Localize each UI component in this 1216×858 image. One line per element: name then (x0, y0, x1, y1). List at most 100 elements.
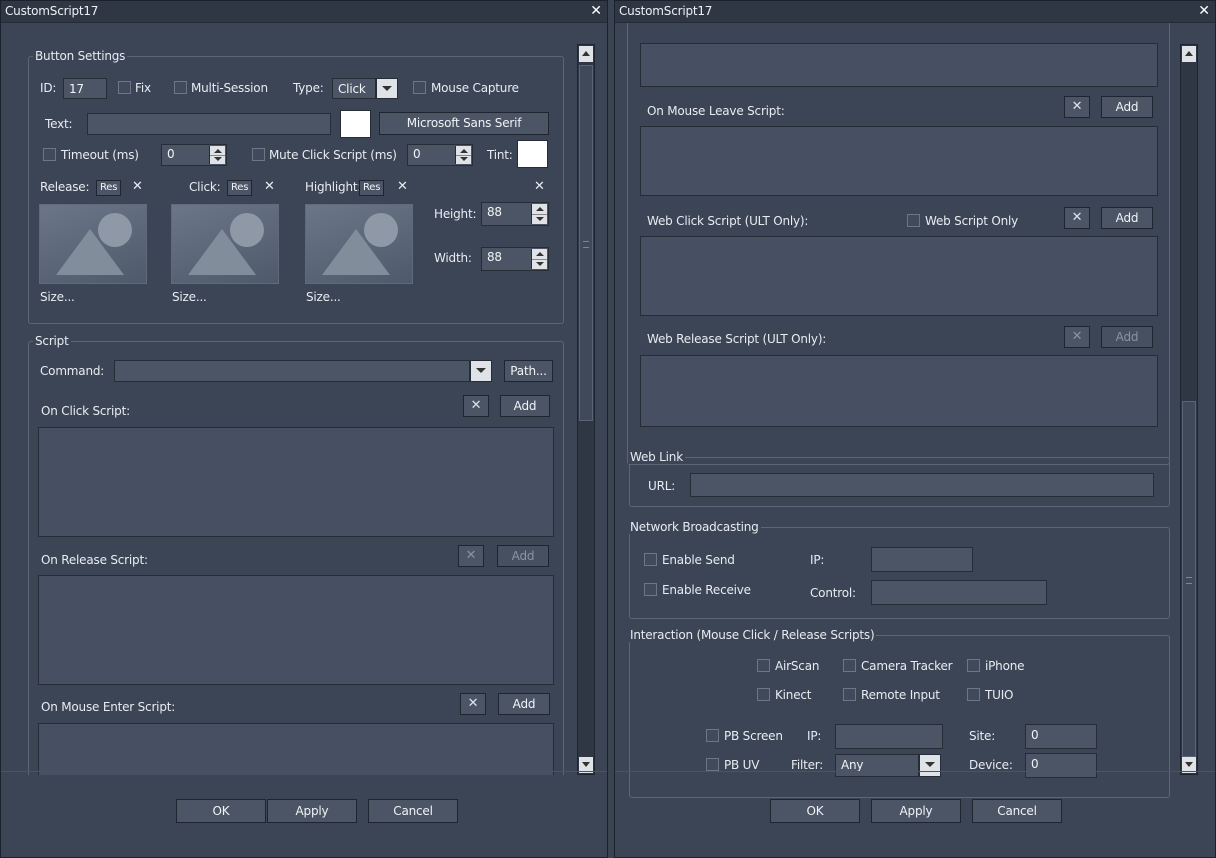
on-click-add-button[interactable]: Add (500, 395, 550, 417)
tint-color-swatch[interactable] (517, 140, 548, 168)
command-field[interactable] (114, 360, 470, 382)
scroll-content: On Mouse Leave Script: ✕ Add Web Click S… (615, 23, 1215, 799)
camera-tracker-checkbox[interactable] (843, 659, 856, 672)
on-mouse-enter-clear-button[interactable]: ✕ (460, 693, 486, 715)
text-color-swatch[interactable] (340, 110, 371, 138)
click-label: Click: (189, 180, 221, 194)
pb-screen-checkbox[interactable] (706, 729, 719, 742)
mute-click-stepper[interactable]: 0 (407, 144, 473, 166)
web-click-script-textarea[interactable] (640, 236, 1158, 316)
url-field[interactable] (690, 473, 1154, 497)
on-release-add-button[interactable]: Add (497, 545, 549, 567)
on-click-script-textarea[interactable] (38, 427, 554, 537)
chevron-down-icon[interactable] (376, 78, 398, 99)
enable-send-checkbox[interactable] (644, 553, 657, 566)
enable-receive-checkbox[interactable] (644, 583, 657, 596)
web-release-clear-button[interactable]: ✕ (1064, 326, 1090, 348)
release-clear-icon[interactable]: ✕ (132, 180, 143, 194)
on-release-script-label: On Release Script: (41, 553, 148, 567)
airscan-checkbox[interactable] (757, 659, 770, 672)
height-stepper[interactable]: 88 (481, 202, 549, 226)
cancel-button[interactable]: Cancel (972, 799, 1062, 823)
close-icon[interactable]: ✕ (1196, 2, 1212, 20)
highlight-size-link[interactable]: Size... (306, 289, 341, 305)
width-stepper[interactable]: 88 (481, 247, 549, 271)
release-label: Release: (40, 180, 90, 194)
size-clear-icon[interactable]: ✕ (534, 180, 545, 194)
chevron-down-icon[interactable] (470, 360, 492, 382)
highlight-clear-icon[interactable]: ✕ (397, 180, 408, 194)
click-clear-icon[interactable]: ✕ (264, 180, 275, 194)
on-mouse-enter-script-textarea[interactable] (640, 43, 1158, 87)
stepper-arrows-icon[interactable] (455, 146, 471, 164)
mute-click-label: Mute Click Script (ms) (269, 148, 397, 162)
stepper-arrows-icon[interactable] (531, 249, 547, 269)
window-title: CustomScript17 (5, 4, 99, 18)
click-image-placeholder-icon[interactable] (171, 204, 279, 284)
pb-uv-checkbox[interactable] (706, 758, 719, 771)
web-script-only-checkbox[interactable] (907, 214, 920, 227)
ok-button[interactable]: OK (176, 799, 266, 823)
pb-ip-field[interactable] (835, 724, 943, 749)
kinect-checkbox[interactable] (757, 688, 770, 701)
web-click-add-button[interactable]: Add (1101, 207, 1153, 229)
group-legend: Network Broadcasting (628, 520, 761, 534)
vertical-scrollbar[interactable] (577, 44, 595, 775)
web-click-clear-button[interactable]: ✕ (1064, 207, 1090, 229)
on-click-clear-button[interactable]: ✕ (463, 395, 489, 417)
width-label: Width: (434, 251, 472, 265)
group-legend: Script (33, 334, 71, 348)
id-field[interactable]: 17 (63, 78, 107, 99)
site-label: Site: (969, 729, 996, 743)
on-release-clear-button[interactable]: ✕ (458, 545, 484, 567)
close-icon[interactable]: ✕ (588, 2, 604, 20)
network-broadcasting-group: Network Broadcasting (628, 520, 1170, 619)
vertical-scrollbar[interactable] (1180, 44, 1198, 775)
remote-input-label: Remote Input (861, 688, 940, 702)
tuio-label: TUIO (985, 688, 1014, 702)
iphone-checkbox[interactable] (967, 659, 980, 672)
on-mouse-leave-add-button[interactable]: Add (1101, 96, 1153, 118)
click-res-button[interactable]: Res (227, 180, 253, 196)
mouse-capture-checkbox[interactable] (413, 81, 426, 94)
scroll-up-icon[interactable] (1182, 46, 1196, 62)
multi-session-checkbox[interactable] (174, 81, 187, 94)
on-mouse-leave-clear-button[interactable]: ✕ (1064, 96, 1090, 118)
web-release-add-button[interactable]: Add (1101, 326, 1153, 348)
timeout-stepper[interactable]: 0 (161, 144, 227, 166)
font-button[interactable]: Microsoft Sans Serif (379, 112, 549, 135)
url-label: URL: (648, 479, 676, 493)
mute-click-checkbox[interactable] (252, 148, 265, 161)
text-field[interactable] (87, 113, 331, 135)
network-ip-field[interactable] (871, 547, 973, 572)
scrollbar-thumb[interactable] (1182, 401, 1196, 757)
on-mouse-enter-add-button[interactable]: Add (498, 693, 550, 715)
apply-button[interactable]: Apply (871, 799, 961, 823)
stepper-arrows-icon[interactable] (531, 204, 547, 224)
release-image-placeholder-icon[interactable] (39, 204, 147, 284)
release-size-link[interactable]: Size... (40, 289, 75, 305)
scroll-up-icon[interactable] (579, 46, 593, 62)
path-button[interactable]: Path... (504, 360, 553, 382)
tuio-checkbox[interactable] (967, 688, 980, 701)
on-mouse-leave-script-textarea[interactable] (640, 126, 1158, 196)
on-release-script-textarea[interactable] (38, 575, 554, 685)
fix-label: Fix (135, 81, 151, 95)
ok-button[interactable]: OK (770, 799, 860, 823)
type-select[interactable]: Click (332, 78, 376, 99)
release-res-button[interactable]: Res (96, 180, 122, 196)
highlight-image-placeholder-icon[interactable] (305, 204, 413, 284)
click-size-link[interactable]: Size... (172, 289, 207, 305)
site-field[interactable]: 0 (1025, 724, 1097, 749)
web-release-script-textarea[interactable] (640, 355, 1158, 427)
stepper-arrows-icon[interactable] (209, 146, 225, 164)
apply-button[interactable]: Apply (267, 799, 357, 823)
remote-input-checkbox[interactable] (843, 688, 856, 701)
scrollbar-thumb[interactable] (579, 65, 593, 421)
highlight-res-button[interactable]: Res (359, 180, 385, 196)
fix-checkbox[interactable] (118, 81, 131, 94)
timeout-checkbox[interactable] (43, 148, 56, 161)
on-mouse-enter-script-textarea[interactable] (38, 723, 554, 775)
cancel-button[interactable]: Cancel (368, 799, 458, 823)
control-field[interactable] (871, 580, 1047, 605)
